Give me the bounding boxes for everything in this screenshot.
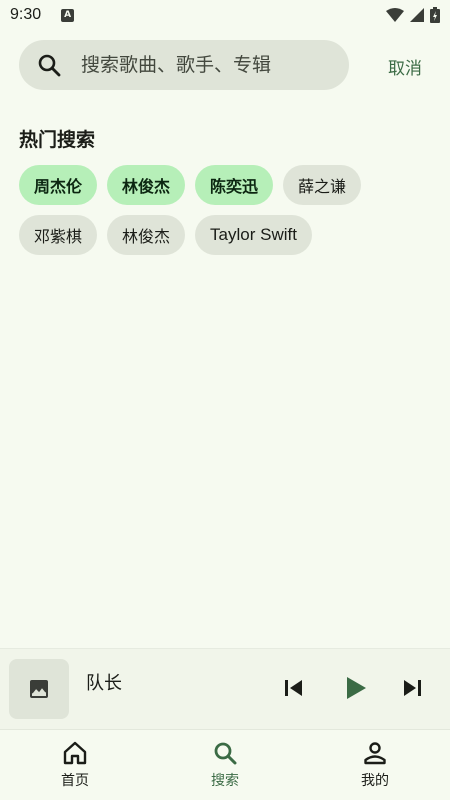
hot-search-chips: 周杰伦 林俊杰 陈奕迅 薛之谦 邓紫棋 林俊杰 Taylor Swift [19,165,439,255]
hot-search-chip[interactable]: 陈奕迅 [195,165,274,205]
hot-search-title: 热门搜索 [19,129,96,151]
hot-search-chip[interactable]: 薛之谦 [283,165,362,205]
image-placeholder-icon [30,680,48,698]
status-bar: 9:30 A [0,0,450,30]
nav-item-search[interactable]: 搜索 [150,730,300,800]
search-icon [214,742,237,765]
nav-item-profile[interactable]: 我的 [300,730,450,800]
track-title: 队长 [86,673,122,694]
hot-search-chip[interactable]: 林俊杰 [107,165,186,205]
nav-label-home: 首页 [61,773,89,789]
nav-label-profile: 我的 [361,773,389,789]
wifi-icon [386,8,404,22]
mini-player[interactable]: 队长 [0,649,450,729]
battery-icon [430,7,440,23]
play-icon [347,677,366,699]
nav-item-home[interactable]: 首页 [0,730,150,800]
hot-search-chip[interactable]: 周杰伦 [19,165,98,205]
status-icons [386,7,440,23]
nav-label-search: 搜索 [211,773,239,789]
play-button[interactable] [342,675,368,704]
hot-search-chip[interactable]: 邓紫棋 [19,215,98,255]
search-screen: 9:30 A 取消 热门搜索 周杰伦 林俊杰 陈奕迅 薛之谦 [0,0,450,800]
bottom-navigation: 首页 搜索 我的 [0,729,450,800]
cancel-button[interactable]: 取消 [388,54,422,79]
search-bar[interactable] [19,40,349,90]
search-icon [38,54,61,77]
person-icon [364,742,386,765]
skip-next-icon [404,680,421,696]
hot-search-chip[interactable]: 林俊杰 [107,215,186,255]
hot-search-chip[interactable]: Taylor Swift [195,215,312,255]
search-input[interactable] [81,54,321,76]
notification-icon: A [61,8,75,22]
skip-previous-icon [285,680,302,696]
album-cover[interactable] [9,659,69,719]
home-icon [63,741,87,765]
signal-icon [410,8,424,22]
next-button[interactable] [402,677,424,702]
previous-button[interactable] [282,677,304,702]
status-time: 9:30 [10,6,42,23]
